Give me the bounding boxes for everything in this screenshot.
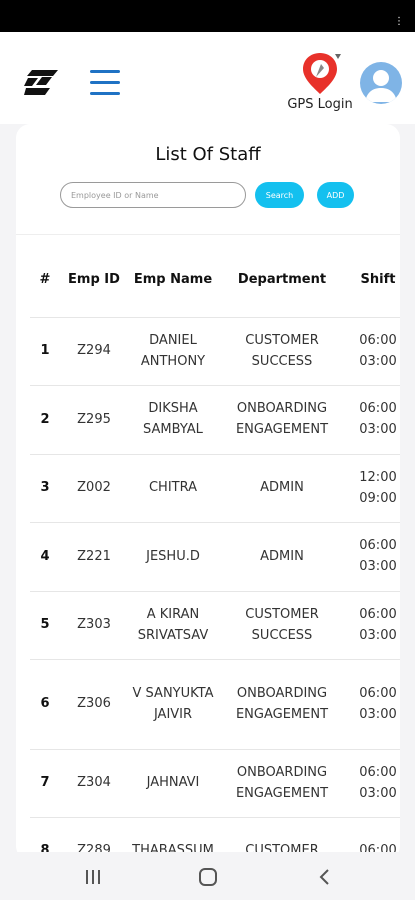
home-icon[interactable] [197,866,219,888]
shift: 12:00 09:00 [359,469,397,506]
shift: 06:00 03:00 [359,764,397,801]
menu-button[interactable] [90,70,120,96]
department: ONBOARDING ENGAGEMENT [235,685,329,722]
shift: 06:00 03:00 [359,401,397,437]
emp-id: Z303 [77,617,111,633]
department: ONBOARDING ENGAGEMENT [235,401,329,437]
emp-id: Z002 [77,480,111,496]
status-dots-icon: ⋮ [394,16,405,27]
table-row[interactable]: 2 Z295 DIKSHA SAMBYAL ONBOARDING ENGAGEM… [30,386,400,455]
avatar-icon [365,70,397,102]
gps-login-button[interactable]: GPS Login [278,50,362,116]
gps-login-label: GPS Login [287,97,353,112]
column-header-department: Department [237,271,327,287]
gps-pin-icon [303,53,341,94]
shift: 06:00 03:00 [359,685,397,722]
add-button[interactable]: ADD [317,182,354,208]
shift: 06:00 03:00 [359,332,397,369]
search-input[interactable] [60,182,246,208]
emp-id: Z294 [77,343,111,359]
emp-name: A KIRAN SRIVATSAV [137,606,209,643]
table-row[interactable]: 6 Z306 V SANYUKTA JAIVIR ONBOARDING ENGA… [30,660,400,750]
emp-id: Z306 [77,696,111,712]
department: ONBOARDING ENGAGEMENT [235,764,329,801]
department: ADMIN [260,480,304,496]
department: ADMIN [260,548,304,564]
emp-name: JESHU.D [146,548,200,564]
staff-card: List Of Staff Search ADD # Emp ID Emp Na… [16,124,400,860]
row-number: 3 [40,480,50,496]
emp-id: Z304 [77,775,111,791]
search-button[interactable]: Search [255,182,304,208]
emp-id: Z295 [77,411,111,427]
shift: 06:00 03:00 [359,538,397,574]
table-row[interactable]: 7 Z304 JAHNAVI ONBOARDING ENGAGEMENT 06:… [30,750,400,818]
department: CUSTOMER SUCCESS [245,332,319,369]
emp-name: CHITRA [148,480,198,496]
row-number: 1 [40,343,50,359]
logo-icon [24,70,58,95]
divider [16,234,400,235]
row-number: 5 [40,617,50,633]
emp-name: JAHNAVI [146,775,200,791]
row-number: 6 [40,696,50,712]
column-header-emp-id: Emp ID [68,271,120,287]
column-header-number: # [39,271,51,287]
staff-table: # Emp ID Emp Name Department Shift 1 Z29… [30,242,400,860]
table-header: # Emp ID Emp Name Department Shift [30,242,400,318]
back-icon[interactable] [314,866,336,888]
table-row[interactable]: 5 Z303 A KIRAN SRIVATSAV CUSTOMER SUCCES… [30,592,400,660]
column-header-emp-name: Emp Name [133,271,213,287]
table-row[interactable]: 3 Z002 CHITRA ADMIN 12:00 09:00 [30,455,400,523]
table-row[interactable]: 1 Z294 DANIEL ANTHONY CUSTOMER SUCCESS 0… [30,318,400,386]
shift: 06:00 03:00 [359,606,397,643]
column-header-shift: Shift [360,271,396,287]
emp-name: DIKSHA SAMBYAL [143,401,203,437]
row-number: 2 [40,411,50,427]
app-header: GPS Login [0,32,415,124]
page-title: List Of Staff [155,144,261,165]
avatar[interactable] [360,62,402,104]
recents-icon[interactable] [82,866,104,888]
navigation-bar [0,852,415,900]
menu-icon [90,70,120,73]
row-number: 4 [40,548,50,564]
table-row[interactable]: 4 Z221 JESHU.D ADMIN 06:00 03:00 [30,523,400,592]
emp-id: Z221 [77,548,111,564]
department: CUSTOMER SUCCESS [245,606,319,643]
emp-name: DANIEL ANTHONY [140,332,206,369]
emp-name: V SANYUKTA JAIVIR [132,685,214,722]
row-number: 7 [40,775,50,791]
status-bar: ⋮ [0,0,415,32]
